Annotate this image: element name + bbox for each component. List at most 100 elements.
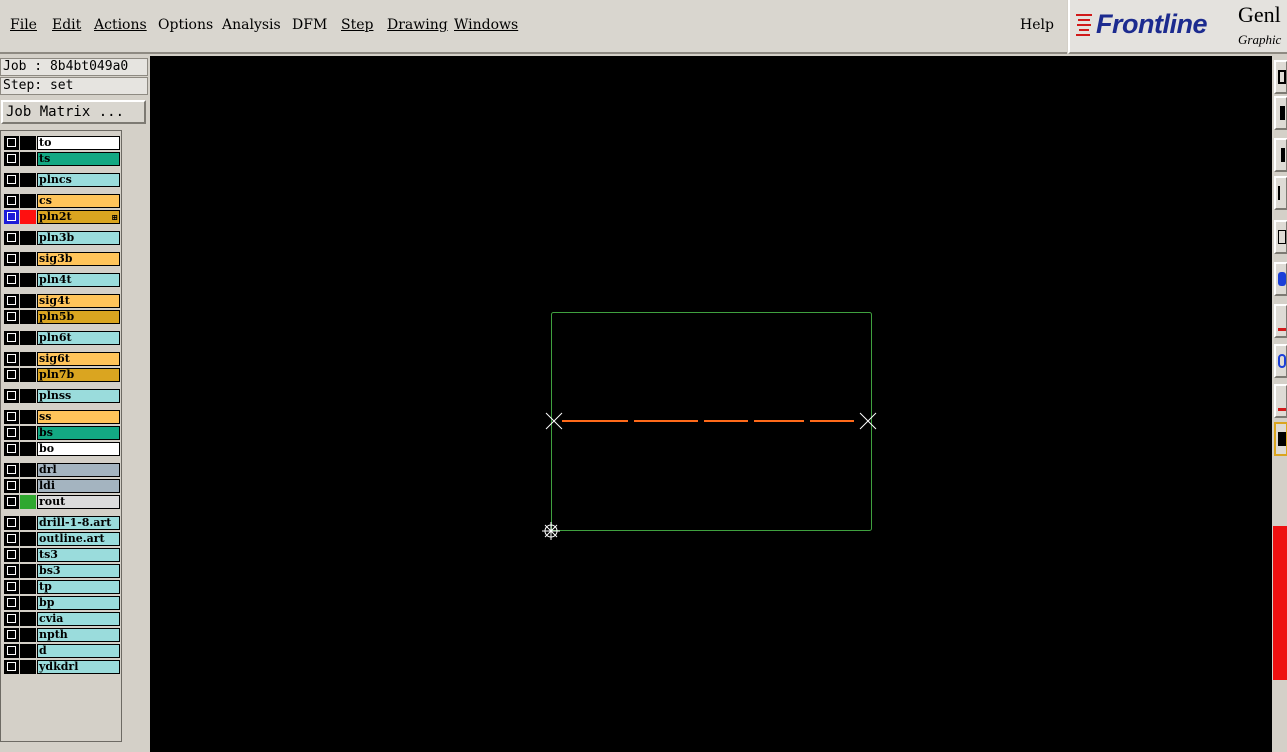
layer-color-swatch[interactable] <box>20 463 36 477</box>
tool-snap-button[interactable] <box>1274 262 1287 296</box>
layer-checkbox[interactable] <box>4 389 19 403</box>
tool-measure-button[interactable] <box>1274 176 1287 210</box>
layer-color-swatch[interactable] <box>20 173 36 187</box>
layer-color-swatch[interactable] <box>20 532 36 546</box>
layer-row-pln3b[interactable]: pln3b <box>3 230 121 246</box>
layer-color-swatch[interactable] <box>20 495 36 509</box>
layer-color-swatch[interactable] <box>20 442 36 456</box>
menu-windows[interactable]: Windows <box>454 17 518 33</box>
layer-name-label[interactable]: d <box>37 644 120 658</box>
menu-step[interactable]: Step <box>341 17 373 33</box>
layer-checkbox[interactable] <box>4 564 19 578</box>
layer-checkbox[interactable] <box>4 612 19 626</box>
layer-checkbox[interactable] <box>4 136 19 150</box>
layer-checkbox[interactable] <box>4 660 19 674</box>
tool-frame-button[interactable] <box>1274 60 1287 94</box>
layer-name-label[interactable]: plncs <box>37 173 120 187</box>
layer-checkbox[interactable] <box>4 644 19 658</box>
layer-row-ss[interactable]: ss <box>3 409 121 425</box>
graphic-canvas[interactable] <box>150 56 1272 752</box>
layer-name-label[interactable]: tp <box>37 580 120 594</box>
layer-name-label[interactable]: drl <box>37 463 120 477</box>
menu-dfm[interactable]: DFM <box>292 17 327 33</box>
layer-color-swatch[interactable] <box>20 136 36 150</box>
layer-row-pln4t[interactable]: pln4t <box>3 272 121 288</box>
layer-checkbox[interactable] <box>4 152 19 166</box>
tool-line-button[interactable] <box>1274 304 1287 338</box>
menu-help[interactable]: Help <box>1020 17 1054 33</box>
layer-checkbox[interactable] <box>4 532 19 546</box>
tool-arc-button[interactable] <box>1274 384 1287 418</box>
layer-color-swatch[interactable] <box>20 152 36 166</box>
layer-row-plncs[interactable]: plncs <box>3 172 121 188</box>
layer-checkbox[interactable] <box>4 352 19 366</box>
layer-row-pln7b[interactable]: pln7b <box>3 367 121 383</box>
layer-color-swatch[interactable] <box>20 628 36 642</box>
layer-row-outline-art[interactable]: outline.art <box>3 531 121 547</box>
layer-color-swatch[interactable] <box>20 231 36 245</box>
layer-row-sig4t[interactable]: sig4t <box>3 293 121 309</box>
layer-name-label[interactable]: pln5b <box>37 310 120 324</box>
layer-checkbox[interactable] <box>4 273 19 287</box>
layer-row-bs[interactable]: bs <box>3 425 121 441</box>
menu-file[interactable]: File <box>10 17 37 33</box>
layer-row-bs3[interactable]: bs3 <box>3 563 121 579</box>
layer-checkbox[interactable] <box>4 252 19 266</box>
layer-color-swatch[interactable] <box>20 548 36 562</box>
layer-color-swatch[interactable] <box>20 426 36 440</box>
menu-drawing[interactable]: Drawing <box>387 17 448 33</box>
tool-color-button[interactable] <box>1274 422 1287 456</box>
layer-name-label[interactable]: bo <box>37 442 120 456</box>
menu-edit[interactable]: Edit <box>52 17 81 33</box>
layer-checkbox[interactable] <box>4 410 19 424</box>
layer-row-rout[interactable]: rout <box>3 494 121 510</box>
layer-name-label[interactable]: sig3b <box>37 252 120 266</box>
layer-color-swatch[interactable] <box>20 516 36 530</box>
layer-color-swatch[interactable] <box>20 612 36 626</box>
tool-zoom-button[interactable] <box>1274 138 1287 172</box>
layer-color-swatch[interactable] <box>20 644 36 658</box>
layer-color-swatch[interactable] <box>20 596 36 610</box>
layer-name-label[interactable]: pln2t ⊞ <box>37 210 120 224</box>
layer-checkbox[interactable] <box>4 548 19 562</box>
layer-row-bp[interactable]: bp <box>3 595 121 611</box>
layer-row-to[interactable]: to <box>3 135 121 151</box>
layer-name-label[interactable]: pln3b <box>37 231 120 245</box>
layer-name-label[interactable]: drill-1-8.art <box>37 516 120 530</box>
layer-name-label[interactable]: to <box>37 136 120 150</box>
layer-row-cs[interactable]: cs <box>3 193 121 209</box>
layer-checkbox[interactable] <box>4 310 19 324</box>
layer-color-swatch[interactable] <box>20 564 36 578</box>
layer-checkbox[interactable] <box>4 231 19 245</box>
layer-name-label[interactable]: sig6t <box>37 352 120 366</box>
layer-color-swatch[interactable] <box>20 410 36 424</box>
layer-color-swatch[interactable] <box>20 252 36 266</box>
layer-row-sig6t[interactable]: sig6t <box>3 351 121 367</box>
layer-name-label[interactable]: bs <box>37 426 120 440</box>
layer-row-ydkdrl[interactable]: ydkdrl <box>3 659 121 675</box>
tool-pad-button[interactable] <box>1274 344 1287 378</box>
layer-row-drill-1-8-art[interactable]: drill-1-8.art <box>3 515 121 531</box>
layer-row-sig3b[interactable]: sig3b <box>3 251 121 267</box>
layer-name-label[interactable]: ldi <box>37 479 120 493</box>
layer-name-label[interactable]: pln6t <box>37 331 120 345</box>
menu-analysis[interactable]: Analysis <box>222 17 281 33</box>
layer-checkbox[interactable] <box>4 596 19 610</box>
layer-name-label[interactable]: npth <box>37 628 120 642</box>
layer-checkbox[interactable] <box>4 495 19 509</box>
job-matrix-button[interactable]: Job Matrix ... <box>1 100 146 124</box>
layer-name-label[interactable]: ydkdrl <box>37 660 120 674</box>
layer-color-swatch[interactable] <box>20 368 36 382</box>
layer-row-ldi[interactable]: ldi <box>3 478 121 494</box>
layer-row-plnss[interactable]: plnss <box>3 388 121 404</box>
tool-select-button[interactable] <box>1274 220 1287 254</box>
layer-checkbox[interactable] <box>4 368 19 382</box>
layer-color-swatch[interactable] <box>20 294 36 308</box>
layer-name-label[interactable]: ts3 <box>37 548 120 562</box>
layer-row-d[interactable]: d <box>3 643 121 659</box>
layer-name-label[interactable]: bp <box>37 596 120 610</box>
layer-checkbox[interactable] <box>4 294 19 308</box>
layer-checkbox[interactable] <box>4 194 19 208</box>
layer-color-swatch[interactable] <box>20 479 36 493</box>
layer-checkbox[interactable] <box>4 210 19 224</box>
